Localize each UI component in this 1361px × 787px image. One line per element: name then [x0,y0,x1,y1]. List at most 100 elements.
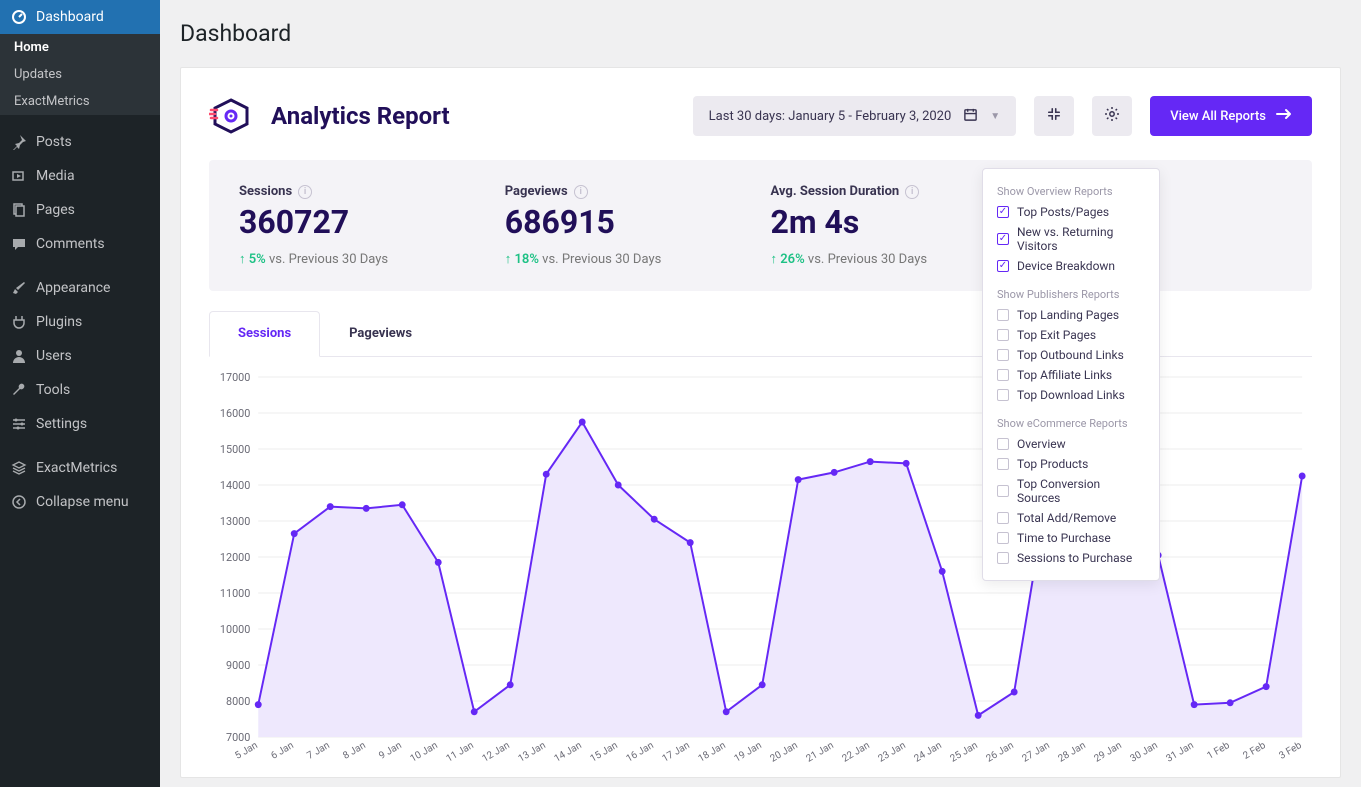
svg-text:21 Jan: 21 Jan [805,740,836,765]
opt-new-vs-returning[interactable]: New vs. Returning Visitors [983,222,1159,256]
svg-text:1 Feb: 1 Feb [1205,740,1232,762]
svg-text:31 Jan: 31 Jan [1164,740,1195,765]
sidebar-item-comments[interactable]: Comments [0,227,160,261]
checkbox-icon [997,389,1009,401]
svg-text:22 Jan: 22 Jan [841,740,872,765]
sidebar-item-users[interactable]: Users [0,339,160,373]
sidebar-item-pages[interactable]: Pages [0,193,160,227]
wrench-icon [10,381,28,399]
popover-heading: Show eCommerce Reports [983,413,1159,434]
brush-icon [10,279,28,297]
opt-top-products[interactable]: Top Products [983,454,1159,474]
info-icon[interactable]: i [574,185,588,199]
svg-text:24 Jan: 24 Jan [912,740,943,765]
sidebar-item-settings[interactable]: Settings [0,407,160,441]
stat-label: Sessions [239,184,292,199]
settings-button[interactable] [1092,96,1132,136]
svg-text:15 Jan: 15 Jan [589,740,620,765]
svg-text:20 Jan: 20 Jan [769,740,800,765]
svg-text:10 Jan: 10 Jan [409,740,440,765]
opt-top-affiliate[interactable]: Top Affiliate Links [983,365,1159,385]
svg-text:16000: 16000 [220,407,250,420]
date-range-picker[interactable]: Last 30 days: January 5 - February 3, 20… [693,96,1017,136]
tab-pageviews[interactable]: Pageviews [320,311,441,356]
stat-delta: ↑ 5% vs. Previous 30 Days [239,251,485,267]
opt-time-purchase[interactable]: Time to Purchase [983,528,1159,548]
collapse-widget-button[interactable] [1034,96,1074,136]
svg-text:28 Jan: 28 Jan [1056,740,1087,765]
date-range-label: Last 30 days: January 5 - February 3, 20… [709,109,952,124]
checkbox-icon [997,458,1009,470]
svg-text:16 Jan: 16 Jan [625,740,656,765]
checkbox-icon [997,349,1009,361]
opt-conversion-sources[interactable]: Top Conversion Sources [983,474,1159,508]
arrow-right-icon [1276,108,1292,124]
sidebar-item-tools[interactable]: Tools [0,373,160,407]
pin-icon [10,133,28,151]
opt-top-download[interactable]: Top Download Links [983,385,1159,405]
stat-value: 2m 4s [771,203,1017,241]
admin-sidebar: Dashboard Home Updates ExactMetrics Post… [0,0,160,787]
chevron-down-icon: ▼ [990,111,1000,122]
checkbox-icon [997,552,1009,564]
checkbox-icon [997,206,1009,218]
stat-avg-duration: Avg. Session Durationi 2m 4s ↑ 26% vs. P… [771,184,1017,267]
info-icon[interactable]: i [905,185,919,199]
exactmetrics-logo-icon [209,98,253,134]
checkbox-icon [997,532,1009,544]
stat-value: 686915 [505,203,751,241]
opt-top-landing[interactable]: Top Landing Pages [983,305,1159,325]
stat-label: Avg. Session Duration [771,184,900,199]
svg-text:17 Jan: 17 Jan [661,740,692,765]
report-header: Analytics Report Last 30 days: January 5… [209,96,1312,136]
view-all-reports-button[interactable]: View All Reports [1150,96,1312,136]
svg-text:18 Jan: 18 Jan [697,740,728,765]
checkbox-icon [997,309,1009,321]
main-content: Dashboard Analytics Report Last 30 days:… [160,0,1361,787]
svg-text:2 Feb: 2 Feb [1241,740,1268,762]
svg-text:14 Jan: 14 Jan [553,740,584,765]
svg-text:17000: 17000 [220,371,250,384]
svg-text:8 Jan: 8 Jan [341,740,367,762]
sidebar-item-posts[interactable]: Posts [0,125,160,159]
sidebar-item-exactmetrics[interactable]: ExactMetrics [0,451,160,485]
sidebar-sub-exactmetrics[interactable]: ExactMetrics [0,88,160,115]
svg-text:7 Jan: 7 Jan [305,740,331,762]
comments-icon [10,235,28,253]
sidebar-label: Comments [36,236,105,252]
opt-overview[interactable]: Overview [983,434,1159,454]
sidebar-item-appearance[interactable]: Appearance [0,271,160,305]
sidebar-label: Posts [36,134,72,150]
sidebar-item-dashboard[interactable]: Dashboard [0,0,160,34]
checkbox-icon [997,512,1009,524]
opt-top-outbound[interactable]: Top Outbound Links [983,345,1159,365]
svg-text:7000: 7000 [226,731,250,744]
svg-text:13000: 13000 [220,515,250,528]
sidebar-sub-home[interactable]: Home [0,34,160,61]
info-icon[interactable]: i [298,185,312,199]
sidebar-sub-updates[interactable]: Updates [0,61,160,88]
exactmetrics-icon [10,459,28,477]
sidebar-label: Users [36,348,72,364]
opt-top-posts[interactable]: Top Posts/Pages [983,202,1159,222]
popover-heading: Show Publishers Reports [983,284,1159,305]
calendar-icon [963,107,978,126]
checkbox-icon [997,438,1009,450]
stat-label: Pageviews [505,184,568,199]
sidebar-collapse[interactable]: Collapse menu [0,485,160,519]
opt-top-exit[interactable]: Top Exit Pages [983,325,1159,345]
popover-heading: Show Overview Reports [983,181,1159,202]
svg-text:9000: 9000 [226,659,250,672]
tab-sessions[interactable]: Sessions [209,311,320,357]
sidebar-item-plugins[interactable]: Plugins [0,305,160,339]
opt-sessions-purchase[interactable]: Sessions to Purchase [983,548,1159,568]
svg-text:27 Jan: 27 Jan [1020,740,1051,765]
opt-add-remove[interactable]: Total Add/Remove [983,508,1159,528]
svg-text:6 Jan: 6 Jan [269,740,295,762]
opt-device-breakdown[interactable]: Device Breakdown [983,256,1159,276]
svg-text:11 Jan: 11 Jan [445,740,476,765]
media-icon [10,167,28,185]
compress-icon [1047,107,1061,125]
sidebar-item-media[interactable]: Media [0,159,160,193]
sidebar-label: Tools [36,382,70,398]
